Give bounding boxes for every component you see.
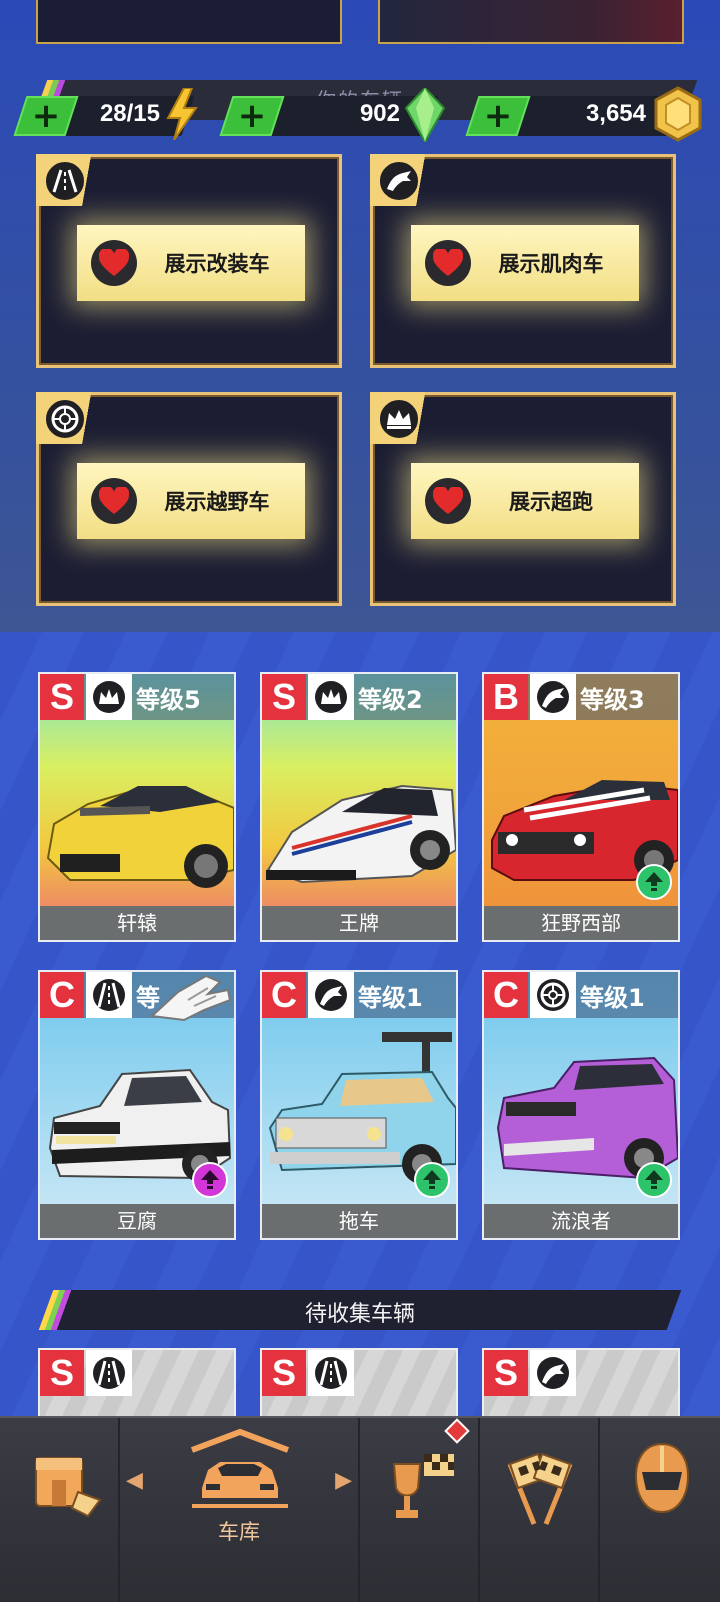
chevron-right-icon[interactable]: ▶ <box>335 1468 352 1493</box>
car-image <box>266 784 456 884</box>
showcase-muscle-button[interactable]: 展示肌肉车 <box>411 225 639 301</box>
car-card-wangpai[interactable]: S 等级2 王牌 <box>260 672 458 942</box>
car-name: 豆腐 <box>40 1204 234 1238</box>
helmet-icon <box>634 1442 690 1514</box>
energy-value: 28/15 <box>99 100 160 127</box>
car-class-badge: C <box>262 972 306 1018</box>
showcase-tuner-button[interactable]: 展示改装车 <box>77 225 305 301</box>
heart-icon <box>91 478 137 524</box>
notification-badge <box>444 1418 470 1444</box>
car-card-tuoche[interactable]: C 等级1 拖车 <box>260 970 458 1240</box>
pending-car-card[interactable]: S <box>482 1348 680 1418</box>
gems-value: 902 <box>359 100 400 127</box>
road-icon <box>86 972 132 1018</box>
coin-icon <box>654 86 702 142</box>
tire-icon <box>44 398 86 440</box>
car-class-badge: S <box>262 674 306 720</box>
pending-car-card[interactable]: S <box>38 1348 236 1418</box>
heart-icon <box>425 478 471 524</box>
horse-icon <box>530 674 576 720</box>
road-icon <box>86 1350 132 1396</box>
horse-icon <box>308 972 354 1018</box>
pending-section-title: 待收集车辆 <box>304 1302 415 1327</box>
slot-tag <box>36 154 116 206</box>
upgrade-available-icon <box>192 1162 228 1198</box>
nav-race[interactable] <box>480 1418 598 1602</box>
showcase-label: 展示肌肉车 <box>498 252 604 276</box>
car-card-kuangye[interactable]: B 等级3 狂野西部 <box>482 672 680 942</box>
crown-icon <box>308 674 354 720</box>
car-class-badge: S <box>262 1350 306 1396</box>
coins-value: 3,654 <box>585 100 646 127</box>
showcase-slot-offroad[interactable]: 展示越野车 <box>36 392 342 606</box>
car-card-doufu[interactable]: C 等 豆腐 <box>38 970 236 1240</box>
showcase-offroad-button[interactable]: 展示越野车 <box>77 463 305 539</box>
crown-icon <box>378 398 420 440</box>
nav-profile[interactable] <box>600 1418 720 1602</box>
showcase-card-peek[interactable] <box>378 0 684 44</box>
currency-bar: + + + 28/15 902 3,654 <box>0 86 720 142</box>
gem-icon <box>404 88 446 142</box>
add-energy-button[interactable]: + <box>13 96 79 136</box>
bottom-navigation: ◀ ▶ 车库 <box>0 1416 720 1602</box>
upgrade-available-icon <box>414 1162 450 1198</box>
car-class-badge: B <box>484 674 528 720</box>
heart-icon <box>91 240 137 286</box>
road-icon <box>44 160 86 202</box>
showcase-slot-muscle[interactable]: 展示肌肉车 <box>370 154 676 368</box>
car-name: 流浪者 <box>484 1204 678 1238</box>
nav-garage-label: 车库 <box>218 1520 260 1544</box>
slot-tag <box>370 154 450 206</box>
showcase-slot-tuner[interactable]: 展示改装车 <box>36 154 342 368</box>
add-coins-button[interactable]: + <box>465 96 531 136</box>
car-name: 王牌 <box>262 906 456 940</box>
showcase-label: 展示超跑 <box>509 490 593 514</box>
car-level: 等级2 <box>358 686 423 714</box>
chevron-left-icon[interactable]: ◀ <box>126 1468 143 1493</box>
tire-icon <box>530 972 576 1018</box>
car-class-badge: S <box>40 1350 84 1396</box>
tutorial-pointer-icon <box>149 974 232 1022</box>
car-class-badge: C <box>484 972 528 1018</box>
car-class-badge: C <box>40 972 84 1018</box>
showcase-supercar-button[interactable]: 展示超跑 <box>411 463 639 539</box>
car-name: 拖车 <box>262 1204 456 1238</box>
horse-icon <box>530 1350 576 1396</box>
showcase-label: 展示改装车 <box>164 252 270 276</box>
slot-tag <box>370 392 450 444</box>
pending-car-card[interactable]: S <box>260 1348 458 1418</box>
car-level: 等级1 <box>580 984 645 1012</box>
showcase-region: 你的车辆 + + + 28/15 902 3,654 <box>0 0 720 632</box>
car-level: 等级5 <box>136 686 201 714</box>
race-flags-icon <box>507 1452 573 1525</box>
trophy-flag-icon <box>392 1454 454 1518</box>
car-name: 狂野西部 <box>484 906 678 940</box>
car-image <box>46 786 234 888</box>
slot-tag <box>36 392 116 444</box>
car-name: 轩辕 <box>40 906 234 940</box>
nav-shop[interactable] <box>0 1418 118 1602</box>
crown-icon <box>86 674 132 720</box>
car-card-xuanyuan[interactable]: S 等级5 轩辕 <box>38 672 236 942</box>
road-icon <box>308 1350 354 1396</box>
car-class-badge: S <box>484 1350 528 1396</box>
garage-icon <box>190 1428 290 1508</box>
nav-garage[interactable]: ◀ ▶ 车库 <box>120 1418 358 1602</box>
car-class-badge: S <box>40 674 84 720</box>
car-card-liulangzhe[interactable]: C 等级1 流浪者 <box>482 970 680 1240</box>
showcase-card-peek[interactable] <box>36 0 342 44</box>
heart-icon <box>425 240 471 286</box>
add-gems-button[interactable]: + <box>219 96 285 136</box>
upgrade-available-icon <box>636 864 672 900</box>
car-level: 等级3 <box>580 686 645 714</box>
showcase-label: 展示越野车 <box>164 490 270 514</box>
showcase-slot-supercar[interactable]: 展示超跑 <box>370 392 676 606</box>
horse-icon <box>378 160 420 202</box>
upgrade-available-icon <box>636 1162 672 1198</box>
shop-icon <box>35 1457 102 1518</box>
nav-events[interactable] <box>360 1418 478 1602</box>
lightning-icon <box>166 88 198 140</box>
car-level: 等级1 <box>358 984 423 1012</box>
